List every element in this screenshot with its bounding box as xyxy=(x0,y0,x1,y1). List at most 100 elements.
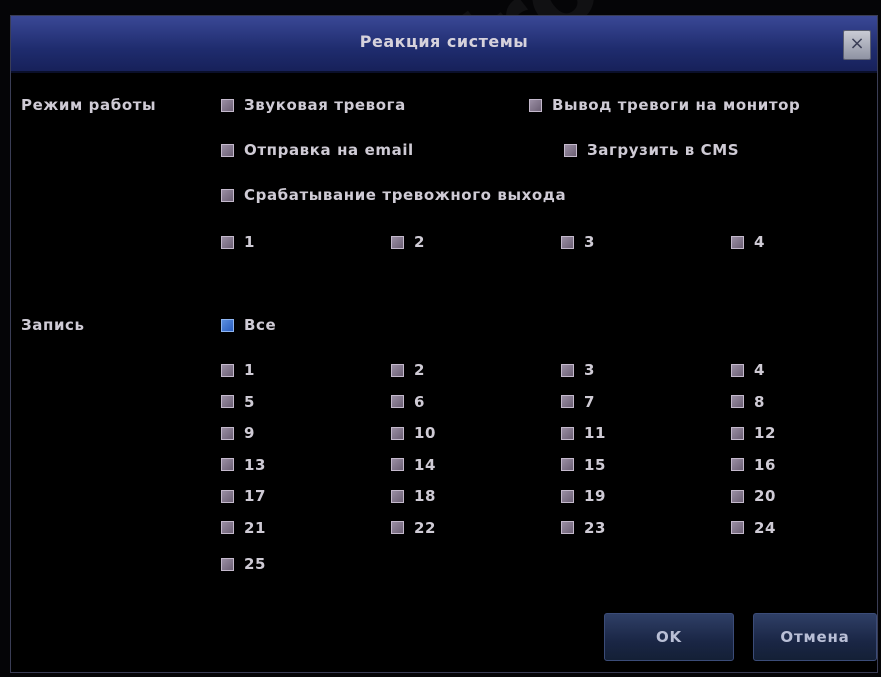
option-sound-alarm[interactable]: Звуковая тревога xyxy=(221,96,406,114)
checkbox-icon[interactable] xyxy=(221,98,234,112)
channel-label: 18 xyxy=(414,487,437,505)
alarm-output-3[interactable]: 3 xyxy=(561,233,595,251)
record-all[interactable]: Все xyxy=(221,316,276,334)
checkbox-icon[interactable] xyxy=(221,188,234,202)
channel-label: 9 xyxy=(244,424,256,442)
channel-label: 5 xyxy=(244,392,256,411)
checkbox-icon[interactable] xyxy=(561,489,574,503)
record-channel-20[interactable]: 20 xyxy=(731,487,776,505)
dialog-title: Реакция системы xyxy=(359,32,529,51)
checkbox-icon[interactable] xyxy=(221,395,234,408)
record-channel-21[interactable]: 21 xyxy=(221,519,266,537)
alarm-output-2[interactable]: 2 xyxy=(391,233,425,251)
checkbox-icon[interactable] xyxy=(391,363,404,377)
channel-label: 2 xyxy=(414,361,426,379)
checkbox-icon[interactable] xyxy=(731,489,744,503)
checkbox-icon[interactable] xyxy=(731,235,744,249)
option-alarm-to-monitor[interactable]: Вывод тревоги на монитор xyxy=(529,96,800,114)
option-upload-cms[interactable]: Загрузить в CMS xyxy=(564,141,739,159)
record-channel-23[interactable]: 23 xyxy=(561,519,606,537)
record-channel-24[interactable]: 24 xyxy=(731,519,776,537)
channel-label: 8 xyxy=(754,392,766,411)
title-bar: Реакция системы × xyxy=(11,16,877,73)
checkbox-icon[interactable] xyxy=(561,235,574,249)
checkbox-icon[interactable] xyxy=(731,426,744,440)
record-all-label: Все xyxy=(244,316,277,334)
channel-label: 20 xyxy=(754,487,777,505)
record-channel-2[interactable]: 2 xyxy=(391,361,425,379)
channel-label: 11 xyxy=(584,424,607,442)
checkbox-icon[interactable] xyxy=(529,98,542,112)
channel-label: 13 xyxy=(244,455,267,474)
checkbox-icon[interactable] xyxy=(391,458,404,471)
option-label: Загрузить в CMS xyxy=(587,141,740,159)
record-channel-17[interactable]: 17 xyxy=(221,487,266,505)
checkbox-icon[interactable] xyxy=(391,521,404,534)
channel-label: 21 xyxy=(244,518,267,537)
record-channel-25[interactable]: 25 xyxy=(221,555,266,573)
close-button[interactable]: × xyxy=(843,30,871,60)
record-channel-7[interactable]: 7 xyxy=(561,393,595,411)
record-channel-11[interactable]: 11 xyxy=(561,424,606,442)
channel-label: 6 xyxy=(414,392,426,411)
record-channel-5[interactable]: 5 xyxy=(221,393,255,411)
checkbox-icon[interactable] xyxy=(731,363,744,377)
checkbox-icon[interactable] xyxy=(221,426,234,440)
checkbox-icon[interactable] xyxy=(561,521,574,534)
record-channel-22[interactable]: 22 xyxy=(391,519,436,537)
checkbox-icon[interactable] xyxy=(564,143,577,157)
record-channel-18[interactable]: 18 xyxy=(391,487,436,505)
alarm-output-4[interactable]: 4 xyxy=(731,233,765,251)
record-channel-1[interactable]: 1 xyxy=(221,361,255,379)
checkbox-icon[interactable] xyxy=(561,363,574,377)
alarm-output-1[interactable]: 1 xyxy=(221,233,255,251)
record-channel-15[interactable]: 15 xyxy=(561,456,606,474)
system-reaction-dialog: Реакция системы × Режим работы Звуковая … xyxy=(10,15,878,673)
record-channel-9[interactable]: 9 xyxy=(221,424,255,442)
channel-label: 15 xyxy=(584,455,607,474)
checkbox-icon[interactable] xyxy=(391,395,404,408)
mode-label: Режим работы xyxy=(21,96,157,114)
record-channel-4[interactable]: 4 xyxy=(731,361,765,379)
channel-label: 14 xyxy=(414,455,437,474)
checkbox-icon[interactable] xyxy=(561,395,574,408)
channel-label: 12 xyxy=(754,424,777,442)
record-channel-10[interactable]: 10 xyxy=(391,424,436,442)
record-channel-6[interactable]: 6 xyxy=(391,393,425,411)
checkbox-icon[interactable] xyxy=(221,521,234,534)
checkbox-icon[interactable] xyxy=(391,426,404,440)
record-channel-13[interactable]: 13 xyxy=(221,456,266,474)
checkbox-icon[interactable] xyxy=(731,458,744,471)
checkbox-icon[interactable] xyxy=(561,426,574,440)
checkbox-icon[interactable] xyxy=(221,143,234,157)
checkbox-icon[interactable] xyxy=(561,458,574,471)
checkbox-icon[interactable] xyxy=(391,235,404,249)
record-channel-12[interactable]: 12 xyxy=(731,424,776,442)
record-channel-8[interactable]: 8 xyxy=(731,393,765,411)
channel-label: 22 xyxy=(414,518,437,537)
record-channel-14[interactable]: 14 xyxy=(391,456,436,474)
option-send-email[interactable]: Отправка на email xyxy=(221,141,414,159)
option-alarm-output[interactable]: Срабатывание тревожного выхода xyxy=(221,186,566,204)
channel-label: 1 xyxy=(244,361,256,379)
checkbox-icon[interactable] xyxy=(221,458,234,471)
checkbox-icon[interactable] xyxy=(731,395,744,408)
checkbox-icon[interactable] xyxy=(221,363,234,377)
checkbox-icon[interactable] xyxy=(221,557,234,571)
output-label: 2 xyxy=(414,233,426,251)
checkbox-icon[interactable] xyxy=(221,318,234,332)
cancel-button[interactable]: Отмена xyxy=(753,613,877,661)
record-channel-19[interactable]: 19 xyxy=(561,487,606,505)
channel-label: 7 xyxy=(584,392,596,411)
ok-button[interactable]: OK xyxy=(604,613,734,661)
option-label: Звуковая тревога xyxy=(244,96,406,114)
channel-label: 24 xyxy=(754,518,777,537)
checkbox-icon[interactable] xyxy=(221,235,234,249)
record-channel-16[interactable]: 16 xyxy=(731,456,776,474)
checkbox-icon[interactable] xyxy=(731,521,744,534)
record-channel-3[interactable]: 3 xyxy=(561,361,595,379)
channel-label: 23 xyxy=(584,518,607,537)
checkbox-icon[interactable] xyxy=(391,489,404,503)
checkbox-icon[interactable] xyxy=(221,489,234,503)
channel-label: 4 xyxy=(754,361,766,379)
